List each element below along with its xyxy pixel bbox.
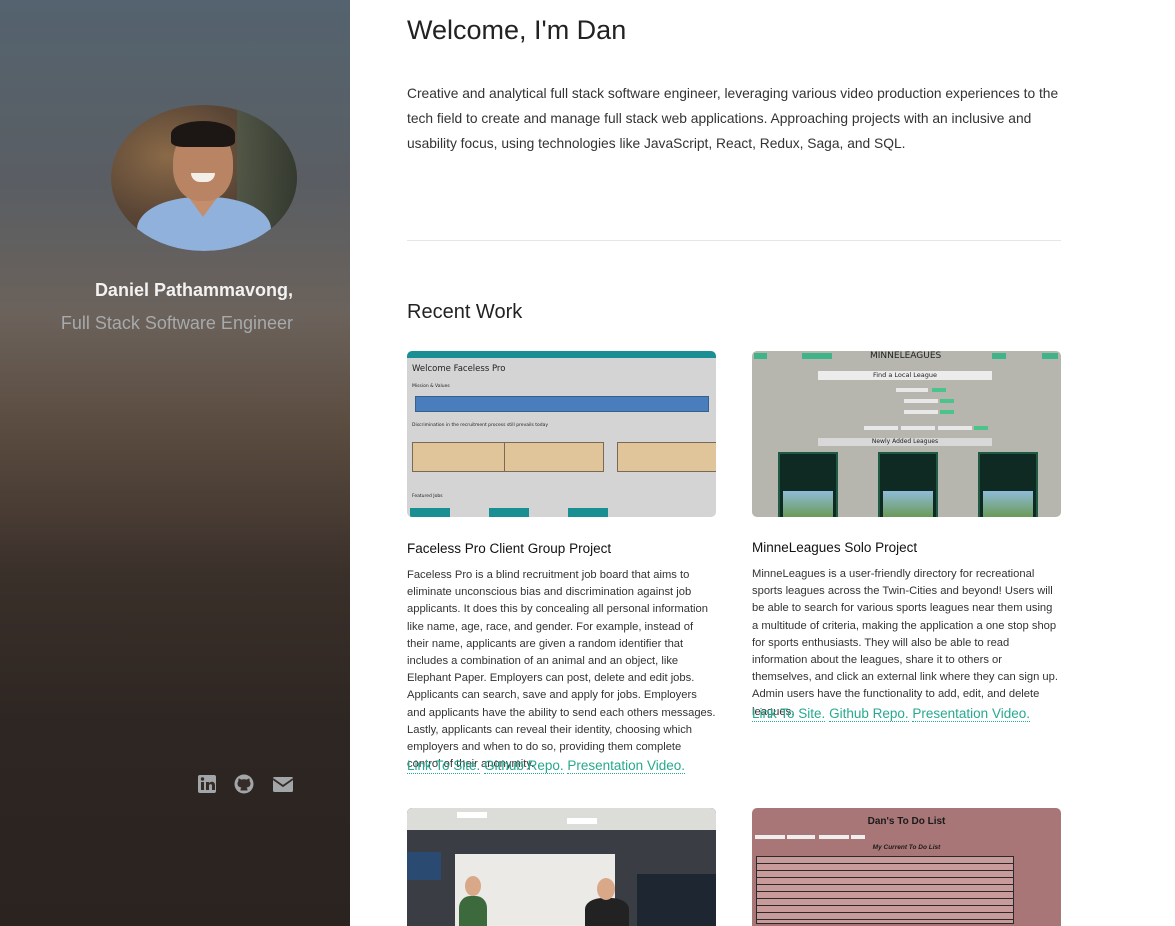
thumbnail-heading: Welcome Faceless Pro <box>412 364 506 374</box>
thumbnail-input <box>755 835 785 839</box>
thumbnail-job-tile <box>489 508 529 517</box>
photo-ceiling <box>407 808 716 830</box>
project-thumbnail[interactable]: MINNELEAGUES Find a Local League Newly A… <box>752 351 1061 517</box>
thumbnail-input <box>864 426 898 430</box>
avatar <box>111 105 297 251</box>
section-heading-recent-work: Recent Work <box>407 301 523 323</box>
thumbnail-find-heading: Find a Local League <box>818 371 992 380</box>
thumbnail-search-button <box>940 410 954 414</box>
photo-monitor <box>637 874 716 926</box>
photo-person-head <box>465 876 481 896</box>
link-to-site[interactable]: Link To Site. <box>752 706 826 722</box>
photo-person-head <box>597 878 615 900</box>
project-title: Faceless Pro Client Group Project <box>407 541 612 556</box>
avatar-hair <box>171 121 235 147</box>
section-divider <box>407 240 1061 241</box>
thumbnail-job-tile <box>410 508 450 517</box>
project-thumbnail[interactable]: Dan's To Do List My Current To Do List <box>752 808 1061 926</box>
link-to-site[interactable]: Link To Site. <box>407 758 481 774</box>
project-description: Faceless Pro is a blind recruitment job … <box>407 569 716 771</box>
thumbnail-nav-button <box>992 353 1006 359</box>
thumbnail-button <box>851 835 865 839</box>
thumbnail-navbar <box>407 351 716 358</box>
intro-text: Creative and analytical full stack softw… <box>407 86 1059 151</box>
project-links: Link To Site. Github Repo. Presentation … <box>407 758 685 774</box>
thumbnail-nav-button <box>1042 353 1058 359</box>
thumbnail-input <box>896 388 928 392</box>
link-github-repo[interactable]: Github Repo. <box>484 758 564 774</box>
photo-light <box>457 812 487 818</box>
envelope-icon[interactable] <box>272 774 294 794</box>
thumbnail-subheading: My Current To Do List <box>872 844 941 851</box>
thumbnail-job-tile <box>568 508 608 517</box>
project-thumbnail[interactable]: Welcome Faceless Pro Mission & Values Di… <box>407 351 716 517</box>
link-presentation-video[interactable]: Presentation Video. <box>912 706 1030 722</box>
thumbnail-input <box>938 426 972 430</box>
thumbnail-search-button <box>974 426 988 430</box>
photo-person <box>585 898 629 926</box>
photo-light <box>567 818 597 824</box>
thumbnail-input <box>787 835 815 839</box>
photo-person <box>459 896 487 926</box>
thumbnail-new-heading: Newly Added Leagues <box>818 438 992 446</box>
thumbnail-league-tile <box>978 452 1038 517</box>
thumbnail-box <box>504 442 604 472</box>
page-title: Welcome, I'm Dan <box>407 15 627 45</box>
thumbnail-logo: MINNELEAGUES <box>870 351 942 361</box>
thumbnail-nav-button <box>754 353 767 359</box>
sidebar: Daniel Pathammavong, Full Stack Software… <box>0 0 350 926</box>
social-links <box>197 774 295 796</box>
thumbnail-table <box>756 856 1014 924</box>
link-presentation-video[interactable]: Presentation Video. <box>567 758 685 774</box>
thumbnail-search-button <box>940 399 954 403</box>
link-github-repo[interactable]: Github Repo. <box>829 706 909 722</box>
linkedin-icon[interactable] <box>197 774 217 794</box>
thumbnail-league-tile <box>778 452 838 517</box>
project-title: MinneLeagues Solo Project <box>752 540 918 555</box>
thumbnail-page <box>407 358 716 517</box>
thumbnail-input <box>904 399 938 403</box>
github-icon[interactable] <box>234 774 254 794</box>
profile-title: Full Stack Software Engineer <box>60 313 293 333</box>
thumbnail-footer: Featured Jobs <box>412 494 443 499</box>
thumbnail-heading: Dan's To Do List <box>867 816 946 827</box>
profile-name: Daniel Pathammavong, <box>94 280 293 300</box>
thumbnail-input <box>819 835 849 839</box>
project-links: Link To Site. Github Repo. Presentation … <box>752 706 1030 722</box>
thumbnail-box <box>617 442 716 472</box>
thumbnail-subheading: Mission & Values <box>412 384 450 389</box>
thumbnail-note: Discrimination in the recruitment proces… <box>412 423 549 428</box>
thumbnail-league-tile <box>878 452 938 517</box>
thumbnail-input <box>904 410 938 414</box>
photo-monitor <box>407 852 441 880</box>
thumbnail-box <box>412 442 512 472</box>
project-description: MinneLeagues is a user-friendly director… <box>752 568 1058 718</box>
thumbnail-nav-button <box>802 353 832 359</box>
thumbnail-search-button <box>932 388 946 392</box>
thumbnail-input <box>901 426 935 430</box>
project-thumbnail[interactable] <box>407 808 716 926</box>
thumbnail-banner <box>415 396 709 412</box>
